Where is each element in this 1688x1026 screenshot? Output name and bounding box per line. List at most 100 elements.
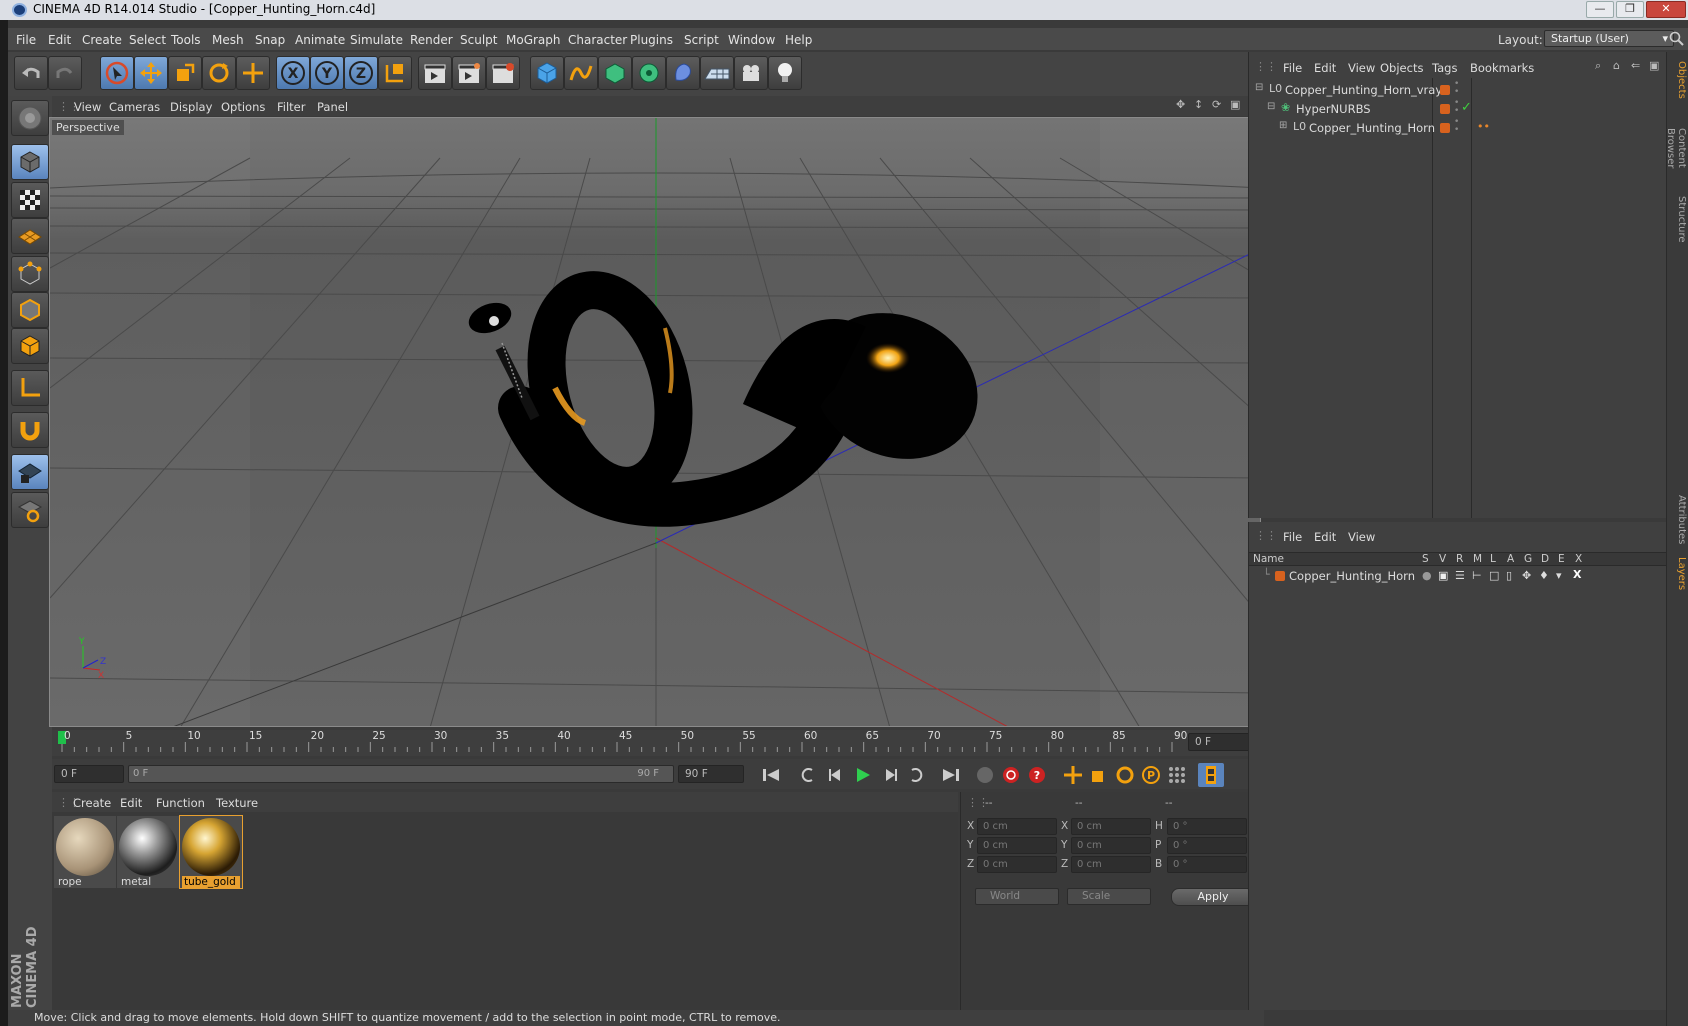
col-manager[interactable]: M: [1473, 553, 1482, 565]
rot-h-field[interactable]: 0 °: [1167, 818, 1247, 835]
layers-menu-file[interactable]: File: [1283, 530, 1302, 544]
material-menu-edit[interactable]: Edit: [120, 796, 142, 810]
minimize-button[interactable]: —: [1586, 1, 1614, 18]
visibility-dots-icon[interactable]: • •: [1454, 99, 1459, 116]
objects-menu-edit[interactable]: Edit: [1314, 61, 1336, 75]
viewport-camera-label[interactable]: Perspective: [52, 120, 124, 135]
preview-range-slider[interactable]: 0 F 90 F: [128, 765, 674, 783]
restore-button[interactable]: ❐: [1616, 1, 1644, 18]
close-button[interactable]: ✕: [1646, 1, 1686, 18]
move-tool[interactable]: [134, 56, 168, 90]
menu-snap[interactable]: Snap: [255, 33, 285, 47]
rot-b-field[interactable]: 0 °: [1167, 856, 1247, 873]
manager-toggle-icon[interactable]: ⊢: [1472, 569, 1482, 582]
deformer-button[interactable]: [666, 56, 700, 90]
viewport-menu-options[interactable]: Options: [221, 100, 265, 114]
deformer-toggle-icon[interactable]: ♦: [1539, 569, 1549, 582]
col-visible[interactable]: V: [1439, 553, 1446, 565]
recent-tool[interactable]: [236, 56, 270, 90]
menu-character[interactable]: Character: [568, 33, 627, 47]
key-scale-button[interactable]: [1086, 763, 1112, 787]
cube-object-button[interactable]: [530, 56, 564, 90]
expand-icon[interactable]: ⊞: [1279, 120, 1287, 131]
col-solo[interactable]: S: [1422, 553, 1429, 565]
rotate-tool[interactable]: [202, 56, 236, 90]
expression-toggle-icon[interactable]: ▾: [1556, 569, 1562, 582]
undo-button[interactable]: [14, 56, 48, 90]
edges-mode-button[interactable]: [11, 292, 49, 328]
go-to-end-button[interactable]: [938, 763, 964, 787]
collapse-icon[interactable]: ⊟: [1267, 101, 1275, 112]
col-locked[interactable]: L: [1490, 553, 1496, 565]
viewport-menu-panel[interactable]: Panel: [317, 100, 348, 114]
previous-frame-button[interactable]: [822, 763, 848, 787]
material-tag-icon[interactable]: ••: [1477, 120, 1490, 133]
tab-objects[interactable]: Objects: [1669, 58, 1687, 102]
menu-render[interactable]: Render: [410, 33, 453, 47]
coordinate-space-dropdown[interactable]: World: [975, 888, 1059, 905]
render-toggle-icon[interactable]: ☰: [1455, 569, 1465, 582]
pos-y-field[interactable]: 0 cm: [977, 837, 1057, 854]
viewport-menu-cameras[interactable]: Cameras: [109, 100, 160, 114]
locked-workplane-button[interactable]: [11, 454, 49, 490]
objects-menu-tags[interactable]: Tags: [1432, 61, 1457, 75]
viewport-zoom-icon[interactable]: ↕: [1194, 98, 1203, 111]
scene-floor-button[interactable]: [700, 56, 734, 90]
menu-plugins[interactable]: Plugins: [630, 33, 673, 47]
texture-mode-button[interactable]: [11, 182, 49, 218]
col-expressions[interactable]: E: [1558, 553, 1565, 565]
snap-button[interactable]: [11, 412, 49, 448]
viewport-rotate-icon[interactable]: ⟳: [1212, 98, 1221, 111]
array-button[interactable]: [632, 56, 666, 90]
size-y-field[interactable]: 0 cm: [1071, 837, 1151, 854]
menu-script[interactable]: Script: [684, 33, 719, 47]
render-to-picture-viewer-button[interactable]: [452, 56, 486, 90]
menu-mograph[interactable]: MoGraph: [506, 33, 561, 47]
new-window-icon[interactable]: ▣: [1649, 59, 1659, 72]
layer-row[interactable]: └ Copper_Hunting_Horn ● ▣ ☰ ⊢ □ ▯ ✥ ♦ ▾ …: [1249, 568, 1667, 585]
rot-p-field[interactable]: 0 °: [1167, 837, 1247, 854]
material-menu-function[interactable]: Function: [156, 796, 205, 810]
viewport-menu-view[interactable]: View: [74, 100, 101, 114]
menu-file[interactable]: File: [16, 33, 36, 47]
render-settings-button[interactable]: [486, 56, 520, 90]
timeline-layout-button[interactable]: [1198, 763, 1224, 787]
eye-toggle-icon[interactable]: ▣: [1438, 569, 1448, 582]
tab-attributes[interactable]: Attributes: [1669, 492, 1687, 548]
key-position-button[interactable]: [1060, 763, 1086, 787]
collapse-icon[interactable]: ⊟: [1255, 82, 1263, 93]
make-editable-button[interactable]: [11, 100, 49, 136]
previous-key-button[interactable]: [794, 763, 820, 787]
next-frame-button[interactable]: [878, 763, 904, 787]
material-swatch-metal[interactable]: metal: [117, 816, 179, 888]
key-rotation-button[interactable]: [1112, 763, 1138, 787]
camera-button[interactable]: [734, 56, 768, 90]
tab-content-browser[interactable]: Content Browser: [1665, 108, 1687, 188]
end-frame-field[interactable]: 90 F: [678, 765, 744, 783]
perspective-viewport[interactable]: Y Z X Perspective: [49, 117, 1261, 727]
size-x-field[interactable]: 0 cm: [1071, 818, 1151, 835]
col-deformers[interactable]: D: [1541, 553, 1549, 565]
objects-menu-objects[interactable]: Objects: [1380, 61, 1423, 75]
workplane-mode-button[interactable]: [11, 218, 49, 254]
menu-help[interactable]: Help: [785, 33, 812, 47]
generator-toggle-icon[interactable]: ✥: [1522, 569, 1531, 582]
light-button[interactable]: [768, 56, 802, 90]
material-swatch-rope[interactable]: rope: [54, 816, 116, 888]
col-xref[interactable]: X: [1575, 553, 1582, 565]
menu-tools[interactable]: Tools: [171, 33, 201, 47]
layer-color-swatch[interactable]: [1440, 85, 1450, 95]
material-menu-create[interactable]: Create: [73, 796, 111, 810]
go-to-start-button[interactable]: [758, 763, 784, 787]
enabled-check-icon[interactable]: ✓: [1461, 100, 1472, 115]
viewport-menu-display[interactable]: Display: [170, 100, 212, 114]
spline-button[interactable]: [564, 56, 598, 90]
animation-toggle-icon[interactable]: ▯: [1506, 569, 1512, 582]
layers-menu-view[interactable]: View: [1348, 530, 1375, 544]
xref-toggle-icon[interactable]: X: [1573, 568, 1581, 581]
menu-animate[interactable]: Animate: [295, 33, 345, 47]
layer-color-swatch[interactable]: [1440, 123, 1450, 133]
play-button[interactable]: [850, 763, 876, 787]
nurbs-button[interactable]: [598, 56, 632, 90]
col-generators[interactable]: G: [1524, 553, 1532, 565]
